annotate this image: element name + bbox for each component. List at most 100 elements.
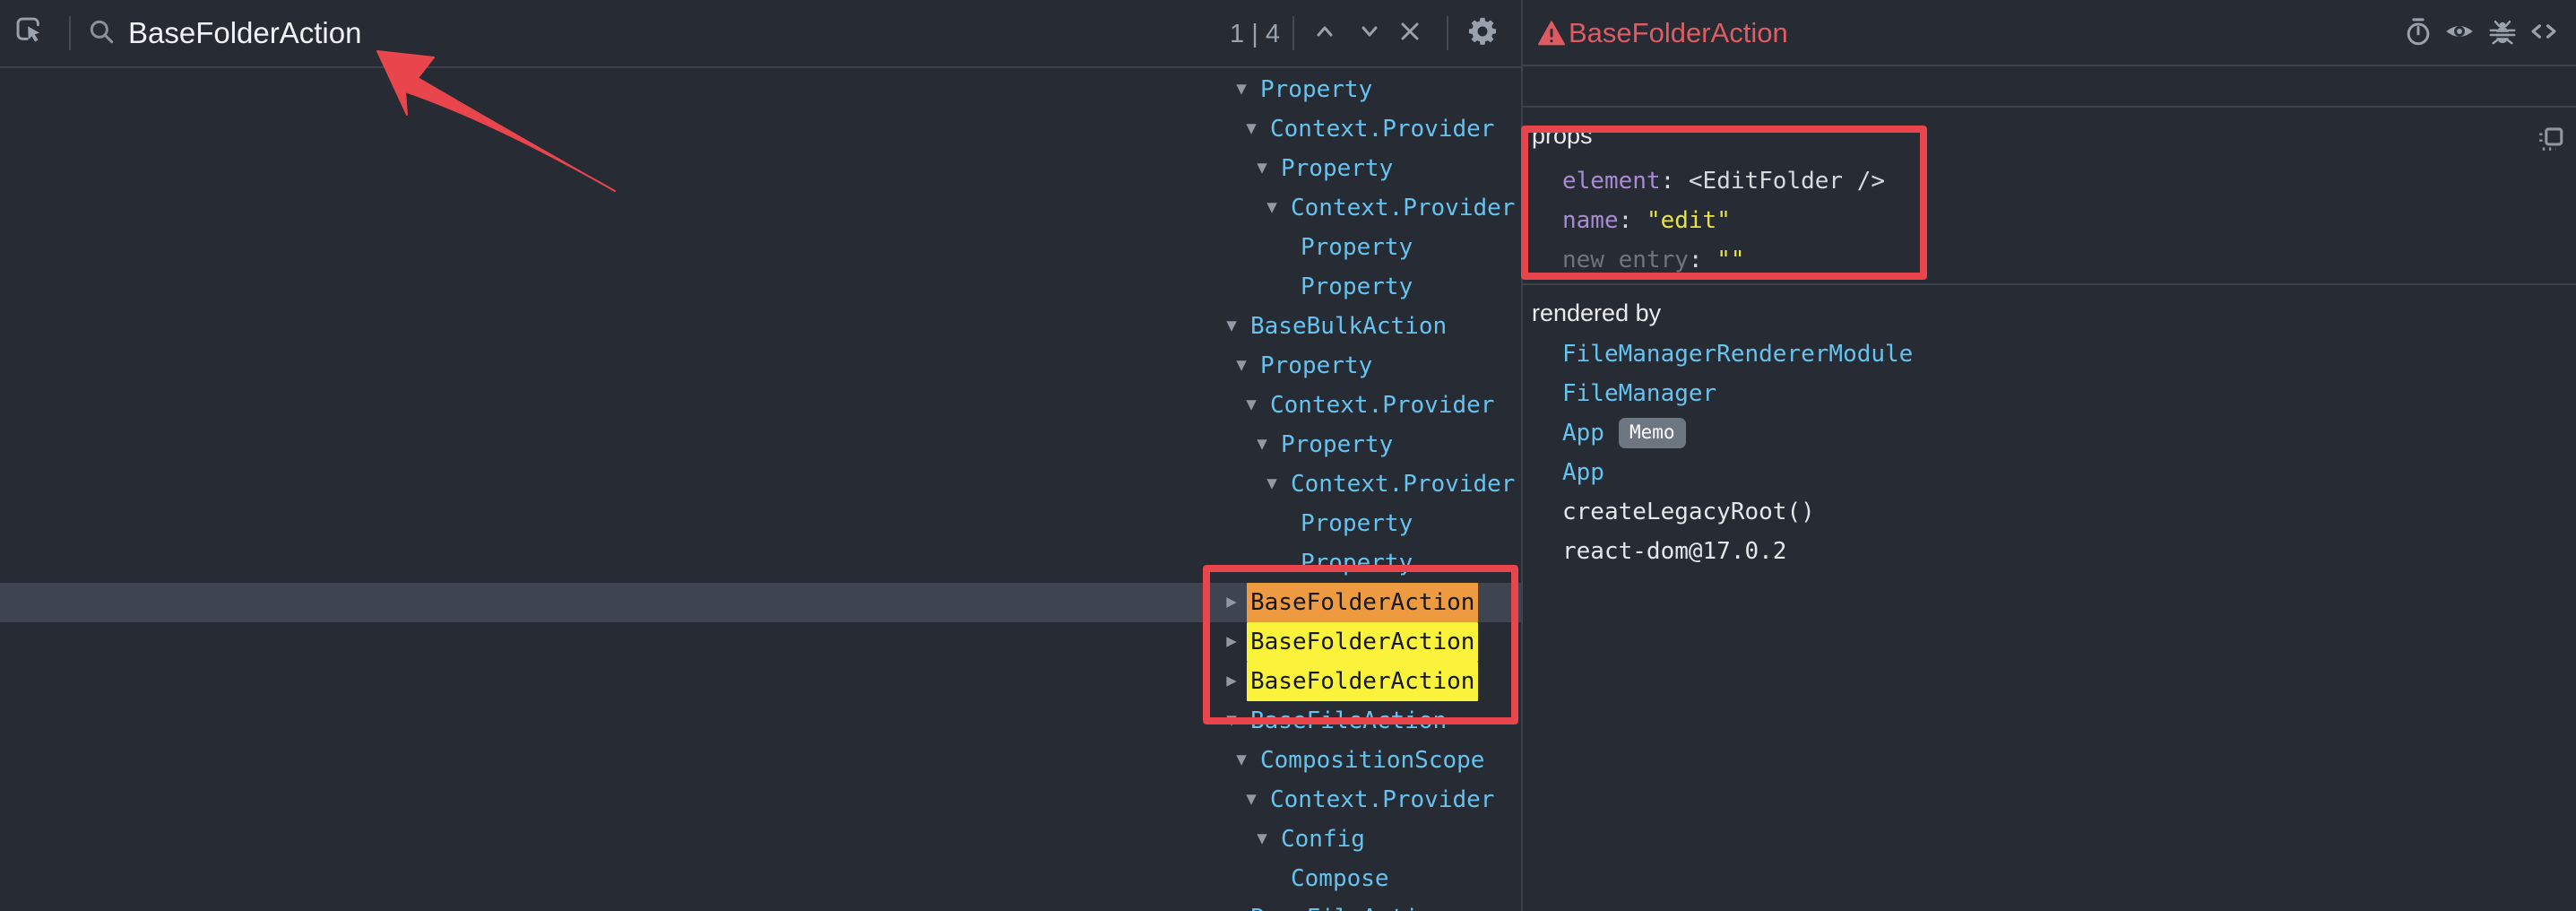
component-name: Property — [1301, 228, 1413, 267]
selected-component-header: BaseFolderAction — [1523, 0, 2576, 66]
settings-button[interactable] — [1465, 15, 1500, 51]
tree-row[interactable]: ▾BaseBulkAction — [0, 307, 1521, 346]
tree-row[interactable]: ▾Context.Provider — [0, 188, 1521, 228]
prop-value[interactable]: "" — [1716, 247, 1744, 273]
chevron-right-icon[interactable]: ▸ — [1218, 662, 1245, 701]
tree-row[interactable]: Property — [0, 543, 1521, 583]
tree-row[interactable]: ▾Property — [0, 425, 1521, 464]
tree-row[interactable]: ▸BaseFolderAction — [0, 622, 1521, 662]
owner-link[interactable]: FileManager — [1562, 380, 1716, 407]
tree-row[interactable]: ▾BaseFileAction — [0, 701, 1521, 741]
tree-toolbar: 1 | 4 — [0, 0, 1521, 68]
search-icon-box — [83, 15, 119, 51]
tree-row[interactable]: Property — [0, 504, 1521, 543]
component-name: Property — [1260, 70, 1372, 109]
gear-icon — [1467, 16, 1498, 51]
clear-search-button[interactable] — [1392, 15, 1428, 51]
inspect-element-button[interactable] — [13, 15, 48, 51]
tree-row[interactable]: ▾Context.Provider — [0, 386, 1521, 425]
chevron-down-icon[interactable]: ▾ — [1228, 741, 1255, 780]
props-heading: props — [1532, 122, 1593, 150]
chevron-right-icon[interactable]: ▸ — [1218, 583, 1245, 622]
component-name: Property — [1281, 149, 1393, 188]
component-name: BaseFolderAction — [1247, 583, 1478, 622]
inspect-element-icon — [13, 14, 48, 53]
prop-separator: : — [1619, 207, 1647, 234]
tree-row[interactable]: ▾Config — [0, 820, 1521, 859]
rendered-by-list: FileManagerRendererModule FileManager AppM… — [1523, 334, 2576, 571]
chevron-down-icon[interactable]: ▾ — [1238, 386, 1265, 425]
prop-separator: : — [1661, 168, 1689, 195]
selected-component-title: BaseFolderAction — [1569, 0, 1788, 66]
component-name: Property — [1301, 543, 1413, 583]
tree-row[interactable]: ▾CompositionScope — [0, 741, 1521, 780]
component-name: Property — [1301, 504, 1413, 543]
next-result-button[interactable] — [1352, 15, 1387, 51]
chevron-down-icon[interactable]: ▾ — [1258, 464, 1285, 504]
chevron-down-icon[interactable]: ▾ — [1228, 70, 1255, 109]
component-header-substrip — [1523, 68, 2576, 108]
prop-row: name: "edit" — [1523, 201, 2576, 240]
prop-row: element: <EditFolder /> — [1523, 161, 2576, 201]
component-name: Context.Provider — [1291, 464, 1515, 504]
chevron-up-icon — [1311, 18, 1338, 49]
component-name: Context.Provider — [1270, 780, 1494, 820]
chevron-down-icon[interactable]: ▾ — [1218, 898, 1245, 911]
chevron-down-icon[interactable]: ▾ — [1238, 780, 1265, 820]
chevron-down-icon[interactable]: ▾ — [1249, 425, 1275, 464]
tree-row[interactable]: ▾Context.Provider — [0, 464, 1521, 504]
tree-row[interactable]: Property — [0, 228, 1521, 267]
eye-icon — [2444, 16, 2475, 51]
chevron-down-icon[interactable]: ▾ — [1228, 346, 1255, 386]
debug-button[interactable] — [2485, 16, 2520, 50]
component-name: CompositionScope — [1260, 741, 1484, 780]
tree-row[interactable]: Compose — [0, 859, 1521, 898]
component-name: BaseFileAction — [1250, 898, 1447, 911]
toolbar-divider — [69, 16, 71, 50]
suspend-toggle-button[interactable] — [2401, 16, 2435, 50]
inspect-dom-button[interactable] — [2442, 16, 2477, 50]
chevron-down-icon — [1356, 18, 1383, 49]
toolbar-divider — [1292, 16, 1294, 50]
chevron-right-icon[interactable]: ▸ — [1218, 622, 1245, 662]
prop-value[interactable]: "edit" — [1647, 207, 1731, 234]
copy-props-button[interactable] — [2536, 124, 2566, 154]
search-input[interactable] — [128, 13, 935, 54]
code-brackets-icon — [2528, 16, 2559, 51]
owner-link[interactable]: FileManagerRendererModule — [1562, 341, 1913, 368]
warning-icon — [1538, 21, 1565, 50]
prop-value[interactable]: <EditFolder /> — [1689, 168, 1885, 195]
tree-row[interactable]: Property — [0, 267, 1521, 307]
component-name: Property — [1301, 267, 1413, 307]
toolbar-divider — [1447, 16, 1448, 50]
tree-row[interactable]: ▾Property — [0, 70, 1521, 109]
view-source-button[interactable] — [2527, 16, 2561, 50]
previous-result-button[interactable] — [1307, 15, 1343, 51]
chevron-down-icon[interactable]: ▾ — [1218, 701, 1245, 741]
component-name: Property — [1260, 346, 1372, 386]
rendered-by-heading: rendered by — [1532, 299, 1661, 327]
tree-row[interactable]: ▾ BaseFileAction — [0, 898, 1521, 911]
owner-link[interactable]: App — [1562, 420, 1604, 447]
component-name: BaseFolderAction — [1247, 622, 1478, 662]
owner-root-label: createLegacyRoot() — [1562, 499, 1815, 525]
rendered-by-row: AppMemo — [1523, 413, 2576, 453]
chevron-down-icon[interactable]: ▾ — [1249, 820, 1275, 859]
props-section: props element: <EditFolder />name: "edit… — [1523, 109, 2576, 285]
props-rows: element: <EditFolder />name: "edit"new e… — [1523, 161, 2576, 280]
rendered-by-row: FileManager — [1523, 374, 2576, 413]
tree-row[interactable]: ▾Context.Provider — [0, 780, 1521, 820]
tree-row[interactable]: ▾Context.Provider — [0, 109, 1521, 149]
component-name: Config — [1281, 820, 1365, 859]
tree-row[interactable]: ▸BaseFolderAction — [0, 662, 1521, 701]
owner-link[interactable]: App — [1562, 459, 1604, 486]
chevron-down-icon[interactable]: ▾ — [1238, 109, 1265, 149]
component-name: BaseBulkAction — [1250, 307, 1447, 346]
bug-icon — [2488, 17, 2517, 50]
tree-row[interactable]: ▾Property — [0, 149, 1521, 188]
tree-row[interactable]: ▸BaseFolderAction — [0, 583, 1521, 622]
chevron-down-icon[interactable]: ▾ — [1218, 307, 1245, 346]
chevron-down-icon[interactable]: ▾ — [1249, 149, 1275, 188]
chevron-down-icon[interactable]: ▾ — [1258, 188, 1285, 228]
tree-row[interactable]: ▾Property — [0, 346, 1521, 386]
